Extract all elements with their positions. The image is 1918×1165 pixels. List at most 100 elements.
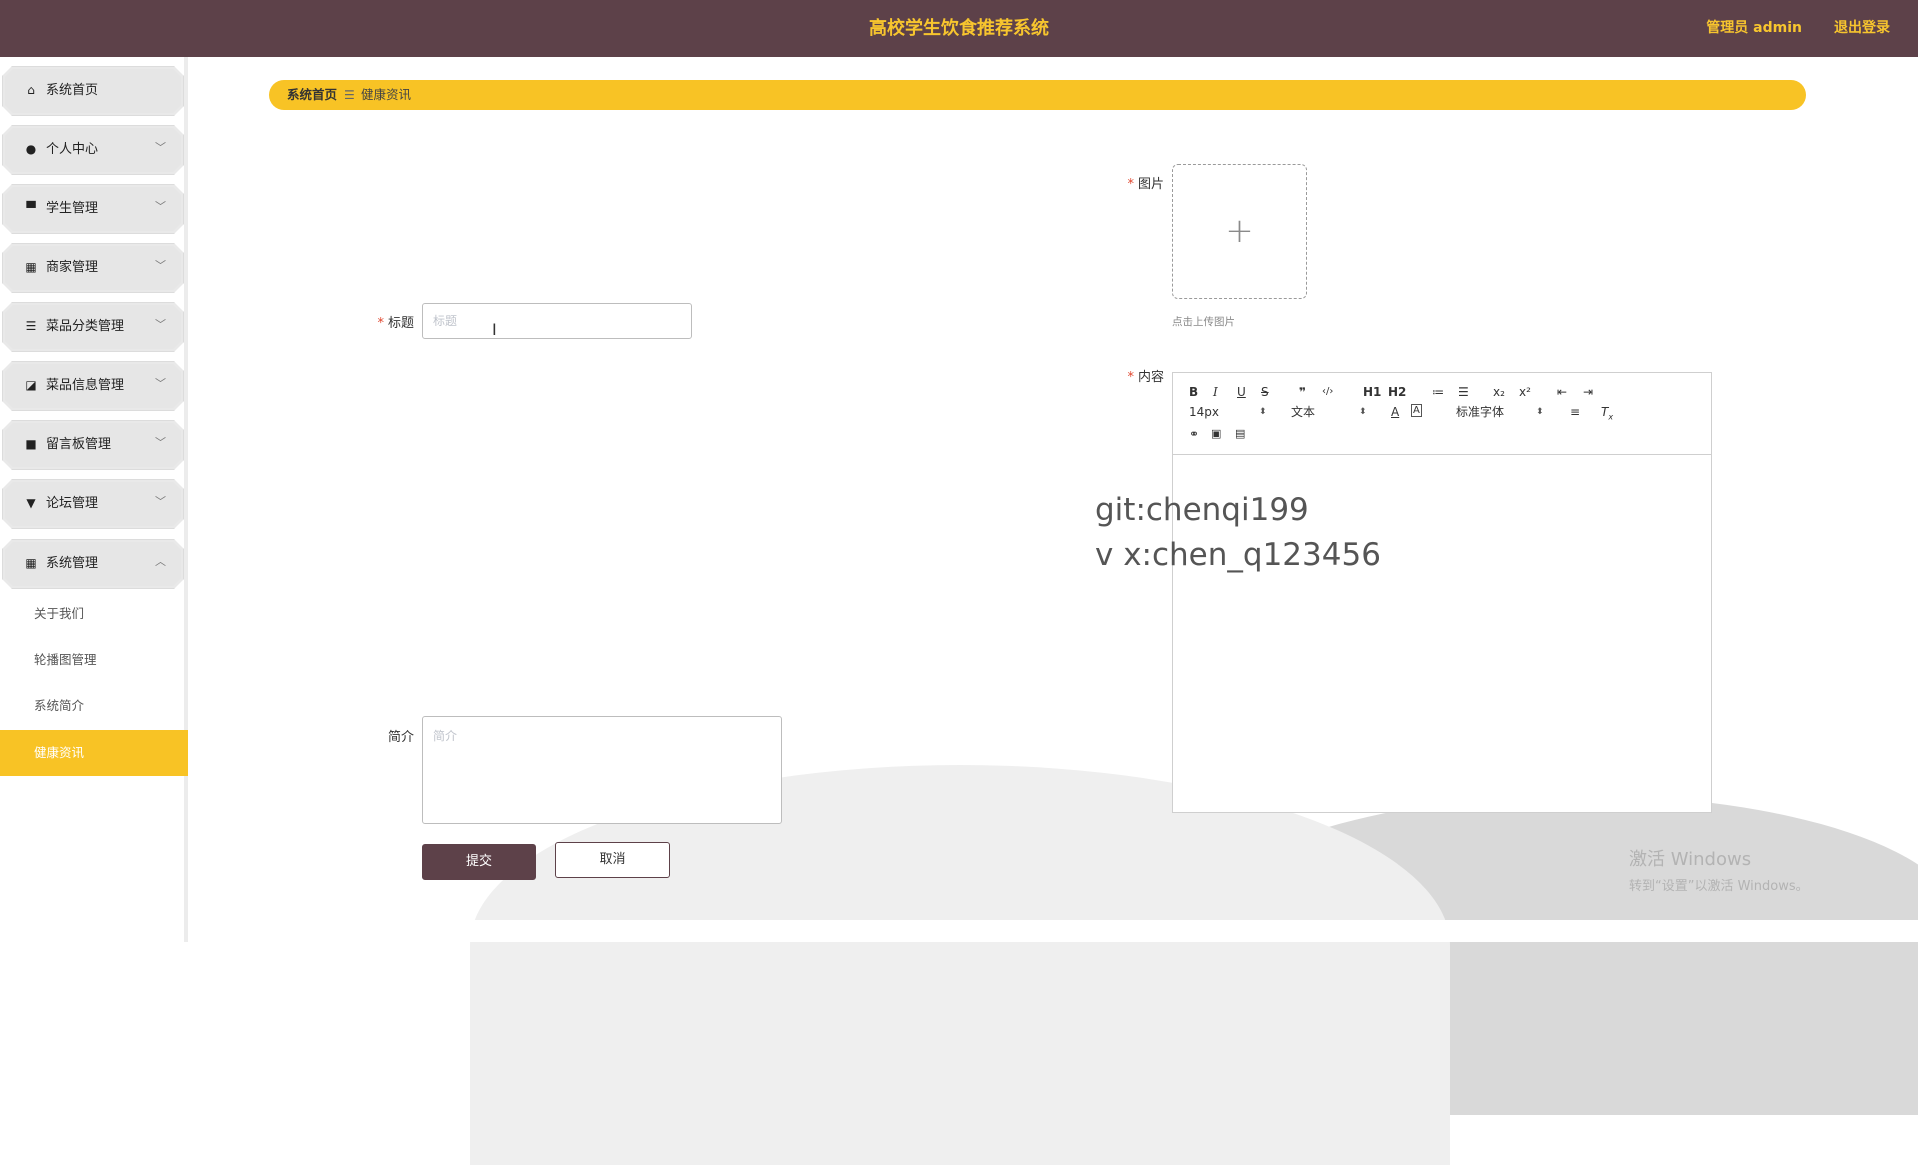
font-size-select[interactable]: 14px ⬍ <box>1189 404 1269 420</box>
sidebar-item-label: 商家管理 <box>46 260 99 275</box>
sidebar-item-dish-info[interactable]: ◪ 菜品信息管理 ﹀ <box>2 361 184 411</box>
intro-label: 简介 <box>334 726 414 745</box>
sidebar-subitem-label: 关于我们 <box>34 606 85 621</box>
user-icon: ● <box>25 142 37 156</box>
breadcrumb-current: 健康资讯 <box>361 87 412 102</box>
intro-textarea[interactable] <box>422 716 782 824</box>
text-cursor-icon: I <box>492 320 497 339</box>
sidebar: ⌂ 系统首页 ● 个人中心 ﹀ ▀ 学生管理 ﹀ ▦ 商家管理 ﹀ ☰ 菜品分类… <box>0 57 188 942</box>
heading2-button[interactable]: H2 <box>1388 384 1406 400</box>
bold-button[interactable]: B <box>1189 384 1198 400</box>
underline-button[interactable]: U <box>1237 384 1246 400</box>
sidebar-subitem-label: 健康资讯 <box>34 745 85 760</box>
monitor-icon: ▀ <box>26 201 36 215</box>
image-label: * 图片 <box>1084 173 1164 192</box>
font-size-value: 14px <box>1189 405 1219 419</box>
ordered-list-button[interactable]: ≔ <box>1432 384 1444 400</box>
cancel-button[interactable]: 取消 <box>555 842 670 878</box>
sidebar-item-dish-categories[interactable]: ☰ 菜品分类管理 ﹀ <box>2 302 184 352</box>
required-mark: * <box>1127 370 1134 385</box>
app-title: 高校学生饮食推荐系统 <box>869 18 1049 39</box>
chevron-down-icon: ﹀ <box>155 141 166 154</box>
chevron-down-icon: ﹀ <box>155 436 166 449</box>
required-mark: * <box>377 316 384 331</box>
indent-button[interactable]: ⇥ <box>1583 384 1593 400</box>
sidebar-item-label: 系统首页 <box>46 83 99 98</box>
blockquote-button[interactable]: ❞ <box>1299 384 1306 400</box>
sidebar-item-label: 论坛管理 <box>46 496 99 511</box>
chevron-down-icon: ﹀ <box>155 377 166 390</box>
chevron-down-icon: ﹀ <box>155 495 166 508</box>
superscript-button[interactable]: x² <box>1519 384 1531 400</box>
heading1-button[interactable]: H1 <box>1363 384 1381 400</box>
strikethrough-button[interactable]: S <box>1261 384 1269 400</box>
content-label: * 内容 <box>1084 366 1164 385</box>
forum-icon: ▼ <box>26 496 36 510</box>
code-block-button[interactable]: ‹/› <box>1322 384 1333 400</box>
content-label-text: 内容 <box>1137 370 1164 385</box>
sidebar-item-label: 学生管理 <box>46 201 99 216</box>
font-color-button[interactable]: A <box>1391 404 1399 420</box>
chevron-down-icon: ﹀ <box>155 318 166 331</box>
editor-toolbar: B I U S ❞ ‹/› H1 H2 ≔ ☰ x₂ x² ⇤ ⇥ 14px ⬍… <box>1173 373 1711 455</box>
video-insert-icon[interactable]: ▤ <box>1235 426 1245 442</box>
chevron-down-icon: ﹀ <box>155 259 166 272</box>
outdent-button[interactable]: ⇤ <box>1557 384 1567 400</box>
sidebar-item-personal-center[interactable]: ● 个人中心 ﹀ <box>2 125 184 175</box>
background-hill-light <box>470 765 1450 1165</box>
image-label-text: 图片 <box>1137 177 1164 192</box>
top-header: 高校学生饮食推荐系统 管理员 admin 退出登录 <box>0 0 1918 57</box>
text-type-value: 文本 <box>1291 405 1316 419</box>
logout-link[interactable]: 退出登录 <box>1834 0 1890 57</box>
link-icon[interactable]: ⚭ <box>1189 426 1199 442</box>
background-color-button[interactable]: A <box>1411 404 1422 417</box>
breadcrumb-separator-icon: ☰ <box>344 88 355 102</box>
title-label-text: 标题 <box>387 316 414 331</box>
font-family-select[interactable]: 标准字体 ⬍ <box>1456 404 1546 420</box>
grid-icon: ▦ <box>25 260 37 274</box>
sidebar-item-message-board[interactable]: ■ 留言板管理 ﹀ <box>2 420 184 470</box>
sidebar-subitem-carousel[interactable]: 轮播图管理 <box>0 637 188 683</box>
sidebar-item-home[interactable]: ⌂ 系统首页 <box>2 66 184 116</box>
sidebar-subitem-label: 轮播图管理 <box>34 652 97 667</box>
required-mark: * <box>1127 177 1134 192</box>
align-icon[interactable]: ≡ <box>1570 404 1580 420</box>
watermark-line-1: git:chenqi199 <box>1095 492 1309 528</box>
sidebar-item-system[interactable]: ▦ 系统管理 ︿ <box>2 539 184 589</box>
select-caret-icon: ⬍ <box>1359 407 1367 417</box>
clear-format-icon[interactable]: Tx <box>1601 404 1613 425</box>
sidebar-item-forum[interactable]: ▼ 论坛管理 ﹀ <box>2 479 184 529</box>
submit-button[interactable]: 提交 <box>422 844 536 880</box>
text-type-select[interactable]: 文本 ⬍ <box>1291 404 1371 420</box>
upload-hint: 点击上传图片 <box>1172 316 1235 328</box>
bullet-list-button[interactable]: ☰ <box>1458 384 1469 400</box>
sidebar-subitem-system-intro[interactable]: 系统简介 <box>0 683 188 729</box>
sidebar-item-label: 留言板管理 <box>46 437 112 452</box>
chart-icon: ◪ <box>25 378 37 392</box>
image-insert-icon[interactable]: ▣ <box>1211 426 1221 442</box>
image-upload-box[interactable]: + <box>1172 164 1307 299</box>
intro-label-text: 简介 <box>387 730 414 745</box>
plus-icon: + <box>1225 211 1254 251</box>
sidebar-item-label: 个人中心 <box>46 142 99 157</box>
chevron-up-icon: ︿ <box>155 555 166 568</box>
title-label: * 标题 <box>334 312 414 331</box>
sidebar-item-merchants[interactable]: ▦ 商家管理 ﹀ <box>2 243 184 293</box>
breadcrumb: 系统首页 ☰ 健康资讯 <box>269 80 1806 110</box>
list-icon: ☰ <box>25 319 37 333</box>
sidebar-item-students[interactable]: ▀ 学生管理 ﹀ <box>2 184 184 234</box>
italic-button[interactable]: I <box>1213 384 1218 400</box>
font-family-value: 标准字体 <box>1456 405 1505 419</box>
title-input[interactable] <box>422 303 692 339</box>
admin-user-label: 管理员 admin <box>1706 20 1802 36</box>
watermark-line-2: v x:chen_q123456 <box>1095 537 1381 573</box>
windows-activation-subtitle: 转到“设置”以激活 Windows。 <box>1629 879 1809 894</box>
sidebar-subitem-health-news[interactable]: 健康资讯 <box>0 730 188 776</box>
background-footer <box>188 920 1918 942</box>
windows-activation-notice: 激活 Windows 转到“设置”以激活 Windows。 <box>1629 845 1809 894</box>
subscript-button[interactable]: x₂ <box>1493 384 1505 400</box>
sidebar-subitem-label: 系统简介 <box>34 698 85 713</box>
sidebar-subitem-about[interactable]: 关于我们 <box>0 591 188 637</box>
breadcrumb-home[interactable]: 系统首页 <box>287 80 337 110</box>
rich-text-editor: B I U S ❞ ‹/› H1 H2 ≔ ☰ x₂ x² ⇤ ⇥ 14px ⬍… <box>1172 372 1712 813</box>
